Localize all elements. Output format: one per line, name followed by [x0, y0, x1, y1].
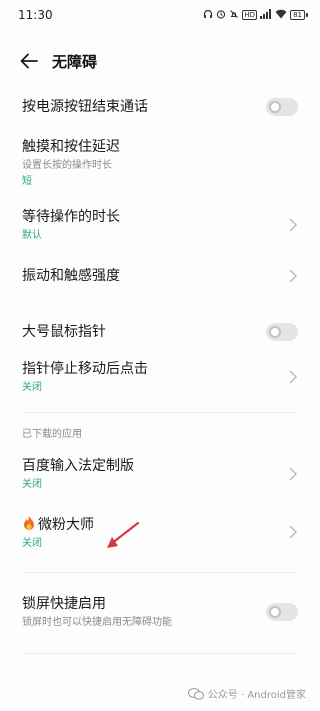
item-text: 按电源按钮结束通话: [22, 98, 148, 116]
arrow-left-icon: [20, 53, 38, 69]
touch-hold-delay-item[interactable]: 触摸和按住延迟 设置长按的操作时长 短: [22, 136, 298, 190]
wifi-icon: [275, 9, 287, 22]
hd-icon: HD: [242, 10, 258, 20]
power-end-call-toggle[interactable]: [266, 98, 298, 116]
watermark: 公众号 · Android管家: [187, 686, 306, 701]
chevron-right-icon: [289, 218, 298, 232]
wait-duration-item[interactable]: 等待操作的时长 默认: [22, 206, 298, 244]
item-text: 大号鼠标指针: [22, 323, 106, 341]
item-value: 关闭: [22, 479, 42, 490]
item-text: 微粉大师 关闭: [22, 515, 94, 550]
status-time: 11:30: [18, 8, 53, 22]
chevron-right-icon: [289, 269, 298, 283]
bell-off-icon: [229, 9, 239, 22]
item-text: 振动和触感强度: [22, 267, 120, 285]
item-text: 等待操作的时长 默认: [22, 208, 120, 242]
item-value: 短: [22, 176, 32, 187]
power-button-end-call-item[interactable]: 按电源按钮结束通话: [22, 92, 298, 122]
item-label: 大号鼠标指针: [22, 324, 106, 340]
item-label: 微粉大师: [38, 516, 94, 533]
toggle-knob: [269, 606, 281, 618]
item-label: 触摸和按住延迟: [22, 139, 120, 155]
section-title-downloaded-apps: 已下载的应用: [22, 429, 82, 440]
back-button[interactable]: [18, 50, 40, 72]
battery-indicator: 81: [290, 10, 308, 20]
chevron-right-icon: [289, 467, 298, 481]
alarm-icon: [216, 9, 226, 22]
watermark-text: 公众号 · Android管家: [207, 690, 306, 701]
section-divider: [22, 653, 298, 654]
item-text: 锁屏快捷启用 锁屏时也可以快捷启用无障碍功能: [22, 595, 172, 629]
item-label: 等待操作的时长: [22, 209, 120, 225]
large-pointer-toggle[interactable]: [266, 323, 298, 341]
settings-list: 按电源按钮结束通话 触摸和按住延迟 设置长按的操作时长 短 等待操作的时长 默认…: [0, 92, 320, 654]
page-header: 无障碍: [0, 30, 320, 92]
item-label: 锁屏快捷启用: [22, 596, 106, 612]
item-label-row: 微粉大师: [22, 515, 94, 534]
item-text: 指针停止移动后点击 关闭: [22, 360, 148, 394]
item-label: 百度输入法定制版: [22, 458, 134, 474]
item-text: 百度输入法定制版 关闭: [22, 457, 134, 491]
page-title: 无障碍: [52, 52, 98, 71]
battery-level: 81: [290, 10, 305, 20]
fire-icon: [24, 515, 34, 530]
chevron-right-icon: [289, 525, 298, 539]
toggle-knob: [269, 101, 281, 113]
wechat-icon: [187, 687, 204, 700]
chevron-right-icon: [289, 370, 298, 384]
signal-icon: [260, 8, 272, 22]
dwell-click-item[interactable]: 指针停止移动后点击 关闭: [22, 358, 298, 396]
baidu-input-item[interactable]: 百度输入法定制版 关闭: [22, 456, 298, 492]
item-label: 振动和触感强度: [22, 268, 120, 284]
item-label: 按电源按钮结束通话: [22, 99, 148, 115]
toggle-knob: [269, 326, 281, 338]
headphones-icon: [203, 9, 213, 22]
battery-tip: [306, 13, 308, 17]
section-divider: [22, 572, 298, 573]
status-icons: HD 81: [203, 8, 308, 22]
lockscreen-shortcut-item[interactable]: 锁屏快捷启用 锁屏时也可以快捷启用无障碍功能: [22, 595, 298, 629]
item-text: 触摸和按住延迟 设置长按的操作时长 短: [22, 138, 120, 188]
item-label: 指针停止移动后点击: [22, 361, 148, 377]
item-description: 锁屏时也可以快捷启用无障碍功能: [22, 617, 172, 628]
large-pointer-item[interactable]: 大号鼠标指针: [22, 312, 298, 352]
status-bar: 11:30 HD 81: [0, 0, 320, 30]
weifen-master-item[interactable]: 微粉大师 关闭: [22, 514, 298, 550]
item-value: 关闭: [22, 537, 42, 549]
item-description: 设置长按的操作时长: [22, 160, 112, 171]
item-value: 默认: [22, 230, 42, 241]
item-value: 关闭: [22, 382, 42, 393]
vibration-intensity-item[interactable]: 振动和触感强度: [22, 266, 298, 286]
lockscreen-shortcut-toggle[interactable]: [266, 603, 298, 621]
